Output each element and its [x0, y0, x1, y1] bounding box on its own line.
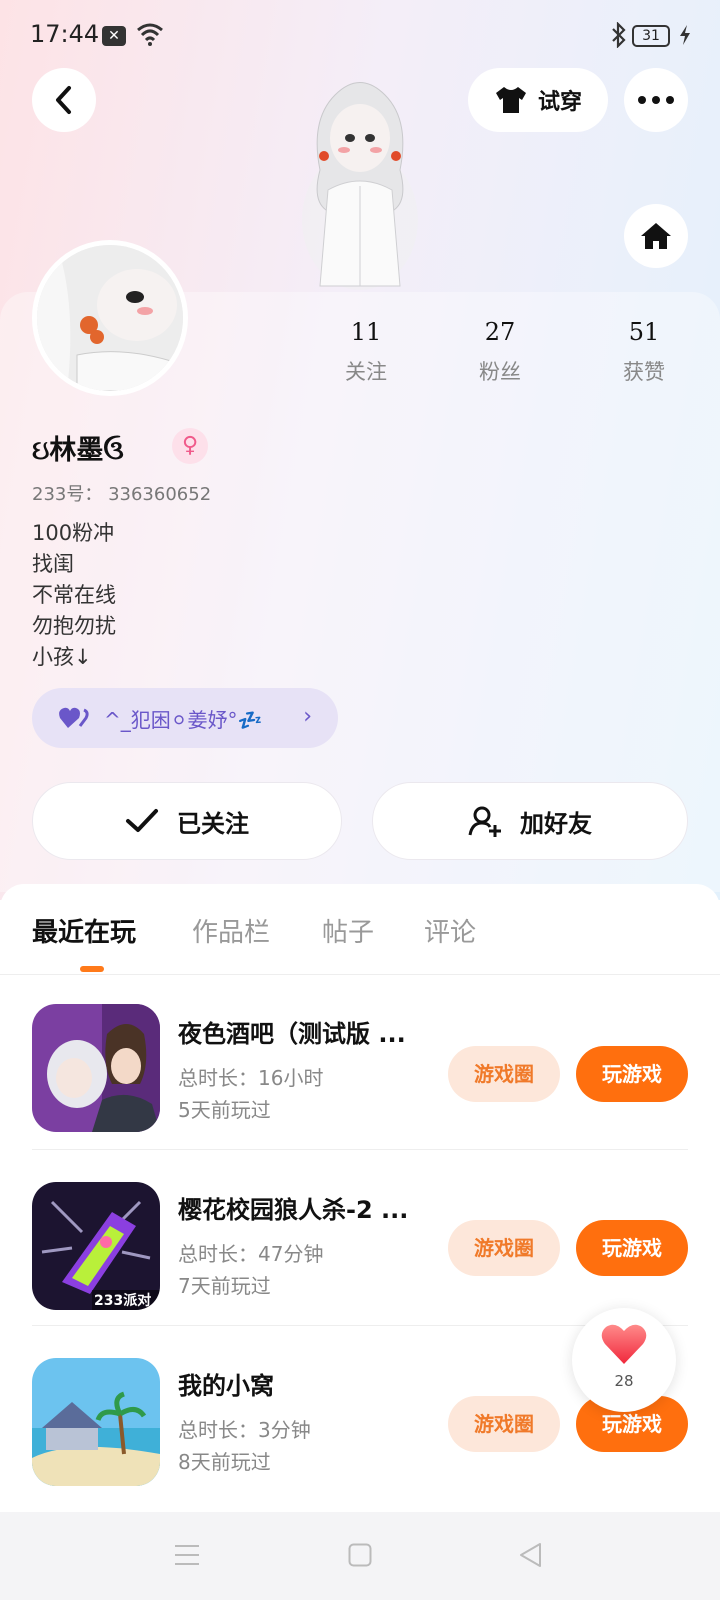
battery-icon: 31: [632, 25, 670, 47]
username: ઇ林墨ઉ: [32, 435, 124, 466]
more-button[interactable]: [624, 68, 688, 132]
home-icon: [641, 223, 671, 249]
followed-button[interactable]: 已关注: [32, 782, 342, 860]
bluetooth-icon: [612, 22, 626, 48]
bio-line: 小孩↓: [32, 645, 92, 669]
game-row[interactable]: 夜色酒吧（测试版 ... 总时长：16小时 5天前玩过 游戏圈 玩游戏: [0, 974, 720, 1150]
like-float-button[interactable]: 28: [572, 1308, 676, 1412]
game-circle-button[interactable]: 游戏圈: [448, 1046, 560, 1102]
game-thumbnail: [32, 1358, 160, 1486]
tab-works[interactable]: 作品栏: [192, 912, 270, 949]
chevron-left-icon: [56, 86, 71, 114]
game-row[interactable]: 233派对 樱花校园狼人杀-2 ... 总时长：47分钟 7天前玩过 游戏圈 玩…: [0, 1150, 720, 1326]
game-last-played: 7天前玩过: [178, 1274, 271, 1298]
add-user-icon: [468, 806, 501, 837]
chevron-right-icon: ›: [303, 704, 312, 729]
heart-icon: [601, 1324, 647, 1364]
family-label: ^_犯困⚪姜妤°💤: [104, 707, 263, 732]
bio-line: 不常在线: [32, 583, 116, 607]
tshirt-icon: [495, 87, 526, 113]
following-label: 关注: [345, 360, 387, 384]
game-icon[interactable]: [32, 1358, 160, 1486]
game-title: 樱花校园狼人杀-2 ...: [178, 1196, 409, 1224]
back-triangle-icon[interactable]: [518, 1542, 542, 1568]
add-friend-button[interactable]: 加好友: [372, 782, 688, 860]
game-last-played: 5天前玩过: [178, 1098, 271, 1122]
bio-line: 100粉冲: [32, 521, 115, 545]
wifi-icon: [137, 23, 163, 46]
fans-count: 27: [484, 318, 516, 346]
tab-recently-played[interactable]: 最近在玩: [32, 912, 136, 949]
tab-posts[interactable]: 帖子: [322, 912, 374, 949]
game-last-played: 8天前玩过: [178, 1450, 271, 1474]
tab-indicator: [80, 966, 104, 972]
battery-level: 31: [642, 28, 660, 44]
like-count: 28: [614, 1372, 634, 1390]
more-dots-icon: [638, 96, 674, 104]
home-square-icon[interactable]: [348, 1543, 372, 1567]
bio-line: 勿抱勿扰: [32, 614, 116, 638]
add-friend-label: 加好友: [520, 809, 592, 838]
menu-icon[interactable]: [174, 1544, 200, 1566]
family-badge[interactable]: ^_犯困⚪姜妤°💤 ›: [32, 688, 338, 748]
double-heart-icon: [59, 707, 89, 728]
stat-fans[interactable]: 27 粉丝: [450, 318, 550, 386]
stat-likes[interactable]: 51 获赞: [594, 318, 694, 386]
charging-icon: [680, 25, 690, 45]
game-duration: 总时长：16小时: [178, 1066, 324, 1090]
female-gender-icon: ♀: [172, 428, 208, 464]
game-icon[interactable]: 233派对: [32, 1182, 160, 1310]
home-button[interactable]: [624, 204, 688, 268]
following-count: 11: [350, 318, 382, 346]
game-thumbnail: [32, 1004, 160, 1132]
fans-label: 粉丝: [479, 360, 521, 384]
back-button[interactable]: [32, 68, 96, 132]
bio-line: 找闺: [32, 552, 74, 576]
avatar-portrait: [37, 245, 183, 391]
game-icon[interactable]: [32, 1004, 160, 1132]
play-game-button[interactable]: 玩游戏: [576, 1046, 688, 1102]
likes-count: 51: [628, 318, 660, 346]
followed-label: 已关注: [177, 809, 249, 838]
game-duration: 总时长：3分钟: [178, 1418, 311, 1442]
likes-label: 获赞: [623, 360, 665, 384]
avatar-figure: [302, 82, 418, 290]
user-id: 233号： 336360652: [32, 484, 212, 505]
status-time: 17:44: [30, 20, 100, 48]
play-game-button[interactable]: 玩游戏: [576, 1220, 688, 1276]
game-duration: 总时长：47分钟: [178, 1242, 324, 1266]
avatar[interactable]: [32, 240, 188, 396]
notification-icon: ✕: [102, 26, 126, 46]
bio: 100粉冲 找闺 不常在线 勿抱勿扰 小孩↓: [32, 518, 116, 673]
game-circle-button[interactable]: 游戏圈: [448, 1220, 560, 1276]
system-nav-bar: [0, 1512, 720, 1600]
tab-comments[interactable]: 评论: [424, 912, 476, 949]
try-on-button[interactable]: 试穿: [468, 68, 608, 132]
game-icon-badge: 233派对: [94, 1293, 152, 1309]
check-icon: [126, 809, 158, 832]
try-on-label: 试穿: [537, 90, 582, 115]
game-circle-button[interactable]: 游戏圈: [448, 1396, 560, 1452]
game-title: 夜色酒吧（测试版 ...: [178, 1020, 406, 1048]
stat-following[interactable]: 11 关注: [316, 318, 416, 386]
game-title: 我的小窝: [178, 1372, 274, 1400]
